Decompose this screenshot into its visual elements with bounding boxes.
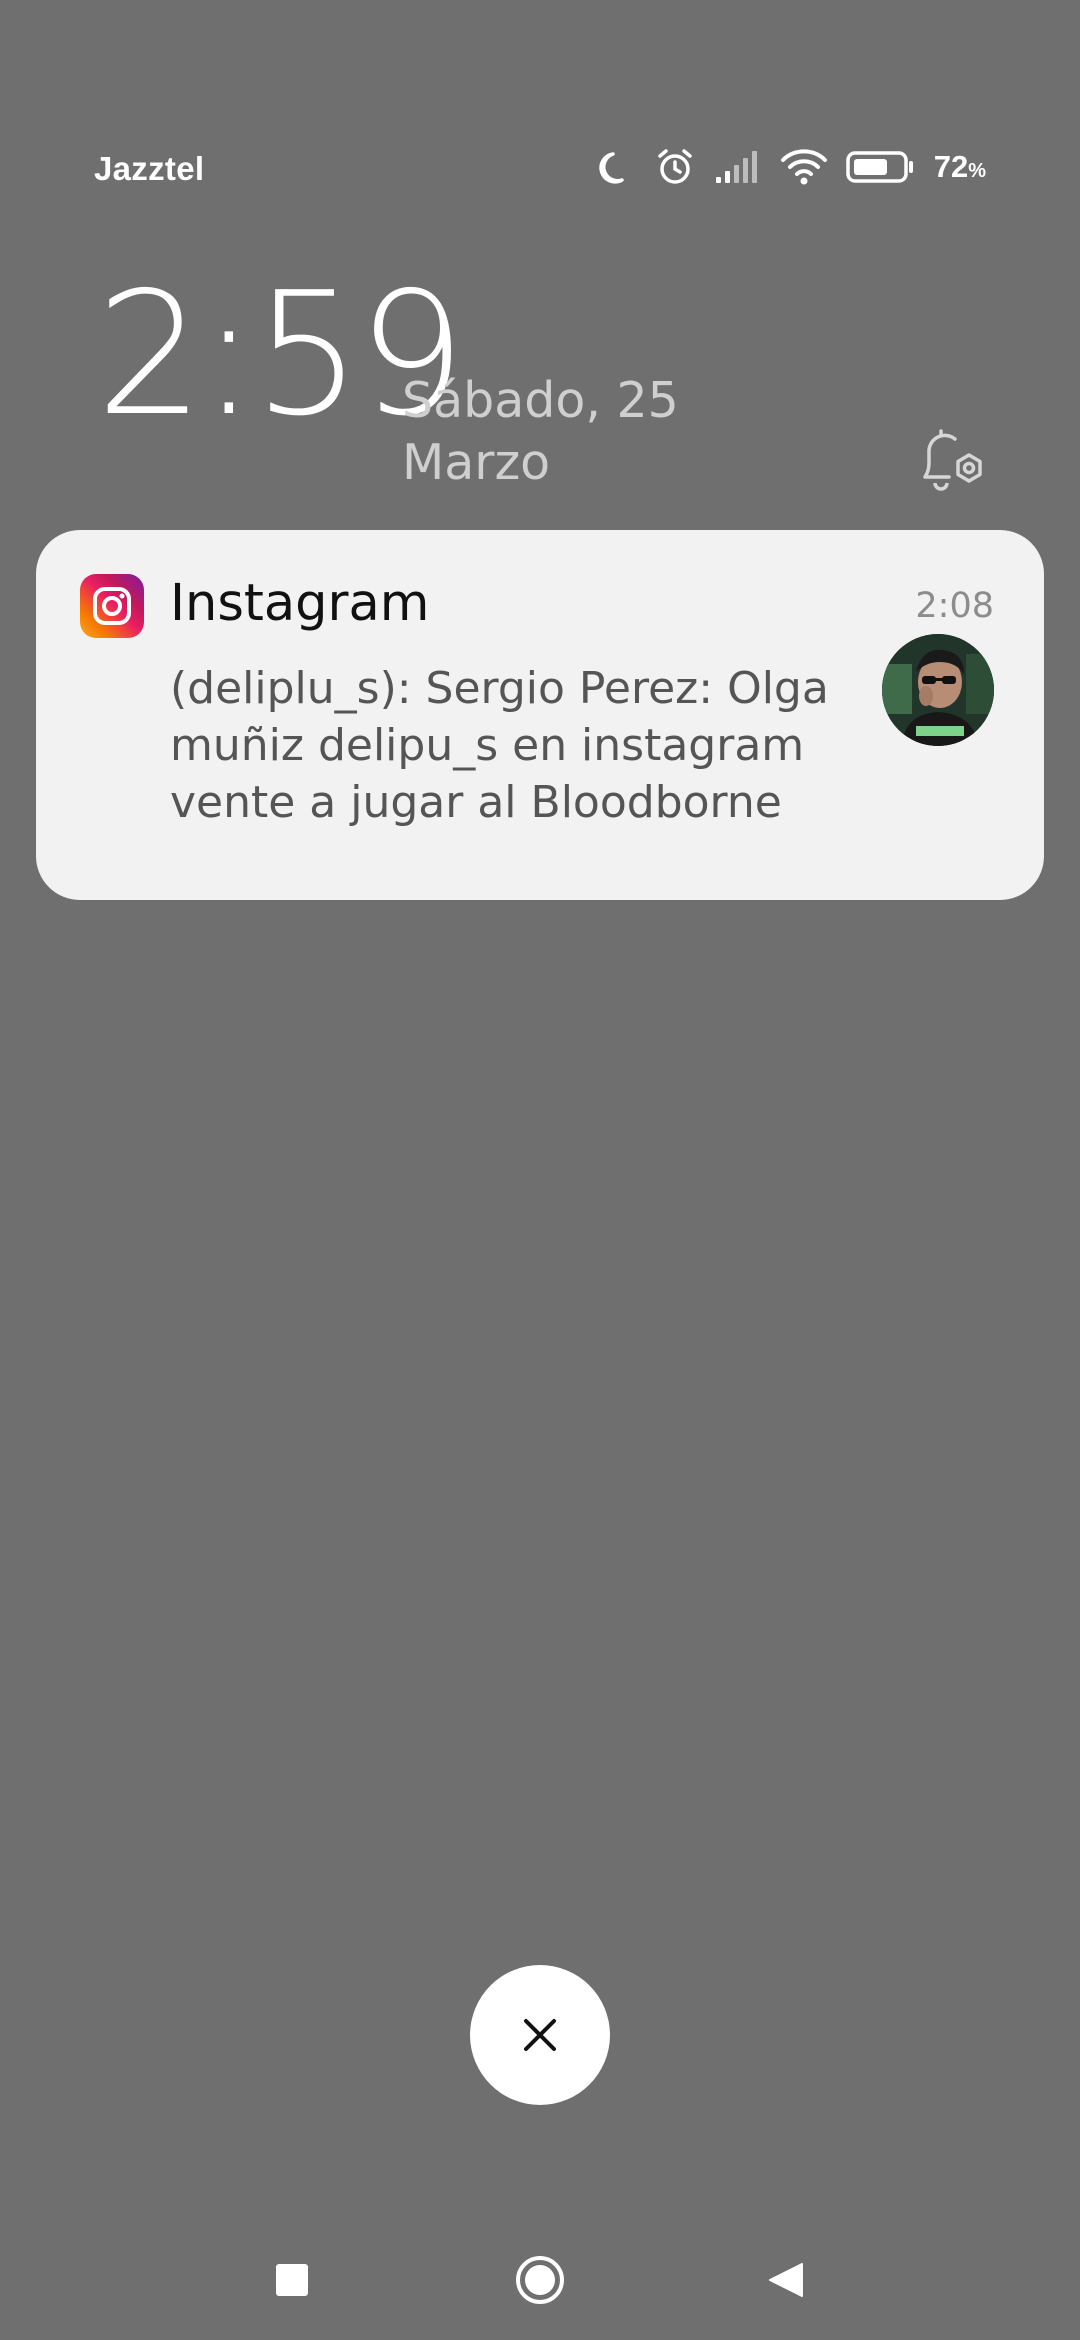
recents-button[interactable]: [262, 2250, 322, 2310]
lockscreen-date: Sábado, 25 Marzo: [402, 370, 679, 494]
notification-message-line: muñiz delipu_s en instagram: [170, 720, 805, 771]
circle-icon: [516, 2256, 564, 2304]
navigation-bar: [0, 2220, 1080, 2330]
back-button[interactable]: [756, 2250, 816, 2310]
instagram-notification[interactable]: Instagram 2:08 (deliplu_s): Sergio Perez…: [36, 530, 1044, 900]
date-line-1: Sábado, 25: [402, 372, 679, 429]
notification-app-name: Instagram: [170, 574, 430, 633]
notification-settings-icon[interactable]: [915, 425, 987, 497]
notification-message-line: (deliplu_s): Sergio Perez: Olga: [170, 663, 829, 714]
sender-avatar: [882, 634, 994, 746]
battery-percent: 72%: [933, 149, 986, 184]
carrier-name: Jazztel: [94, 150, 205, 187]
status-icons: 72%: [596, 146, 986, 188]
alarm-icon: [654, 146, 696, 188]
home-button[interactable]: [510, 2250, 570, 2310]
notification-message-line: vente a jugar al Bloodborne: [170, 777, 782, 828]
triangle-back-icon: [769, 2263, 803, 2297]
battery-icon: [845, 149, 916, 185]
moon-icon: [596, 147, 636, 187]
notification-message: (deliplu_s): Sergio Perez: Olga muñiz de…: [170, 660, 870, 831]
notification-time: 2:08: [915, 586, 994, 626]
wifi-icon: [780, 148, 828, 186]
signal-icon: [714, 149, 762, 185]
date-line-2: Marzo: [402, 434, 551, 491]
instagram-icon: [80, 574, 144, 638]
status-bar: Jazztel 72%: [0, 0, 1080, 240]
square-icon: [276, 2264, 308, 2296]
clear-notifications-button[interactable]: [470, 1965, 610, 2105]
close-icon: [524, 2019, 556, 2051]
